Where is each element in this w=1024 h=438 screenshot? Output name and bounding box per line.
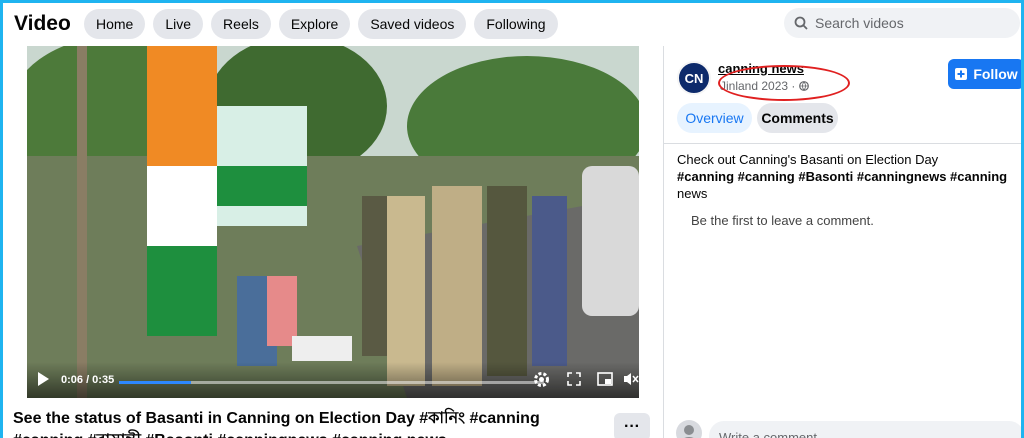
follow-label: Follow [973, 66, 1018, 82]
app-window: Video Home Live Reels Explore Saved vide… [0, 0, 1024, 438]
play-icon[interactable] [37, 372, 49, 386]
hashtag-links[interactable]: #canning #canning #Basonti #canningnews … [677, 169, 1007, 184]
follow-button[interactable]: Follow [948, 59, 1021, 89]
settings-gear-icon[interactable] [533, 371, 550, 388]
page-title: Video [14, 12, 71, 35]
video-title: See the status of Basanti in Canning on … [13, 410, 540, 438]
tab-overview[interactable]: Overview [677, 103, 752, 133]
tab-following[interactable]: Following [474, 9, 558, 39]
post-description: Check out Canning's Basanti on Election … [677, 151, 1017, 202]
tab-reels[interactable]: Reels [211, 9, 271, 39]
fullscreen-icon[interactable] [567, 372, 581, 386]
video-panel: 0:06 / 0:35 [3, 46, 662, 401]
picture-in-picture-icon[interactable] [597, 372, 613, 386]
video-frame-image [27, 46, 639, 398]
user-silhouette-icon [684, 425, 694, 438]
mute-icon[interactable] [623, 372, 639, 386]
top-bar: Video Home Live Reels Explore Saved vide… [3, 3, 1021, 45]
tab-explore[interactable]: Explore [278, 9, 351, 39]
search-placeholder: Search videos [815, 15, 904, 31]
tab-comments[interactable]: Comments [757, 103, 838, 133]
description-line: Check out Canning's Basanti on Election … [677, 152, 939, 167]
follow-icon [955, 68, 968, 80]
video-time: 0:06 / 0:35 [61, 374, 115, 386]
comment-composer: Write a comment... [676, 418, 1021, 438]
video-player[interactable]: 0:06 / 0:35 [27, 46, 639, 398]
description-hashtags: #canning #canning #Basonti #canningnews … [677, 168, 1017, 202]
post-details-panel: CN canning news Jinland 2023 · Follow Ov… [663, 46, 1021, 438]
video-progress-fill [119, 381, 192, 384]
comment-input[interactable]: Write a comment... [709, 421, 1021, 438]
divider [664, 143, 1021, 144]
tab-home[interactable]: Home [84, 9, 146, 39]
user-avatar [676, 420, 702, 438]
tab-live[interactable]: Live [153, 9, 204, 39]
search-input[interactable]: Search videos [784, 8, 1020, 38]
annotation-circle [718, 65, 850, 101]
description-tail: news [677, 186, 708, 201]
channel-avatar[interactable]: CN [677, 61, 711, 95]
empty-comments-message: Be the first to leave a comment. [691, 213, 874, 228]
tab-saved-videos[interactable]: Saved videos [358, 9, 467, 39]
more-options-button[interactable]: ··· [614, 413, 650, 438]
search-icon [794, 16, 808, 30]
video-progress-bar[interactable] [119, 381, 544, 384]
video-controls: 0:06 / 0:35 [27, 362, 639, 398]
